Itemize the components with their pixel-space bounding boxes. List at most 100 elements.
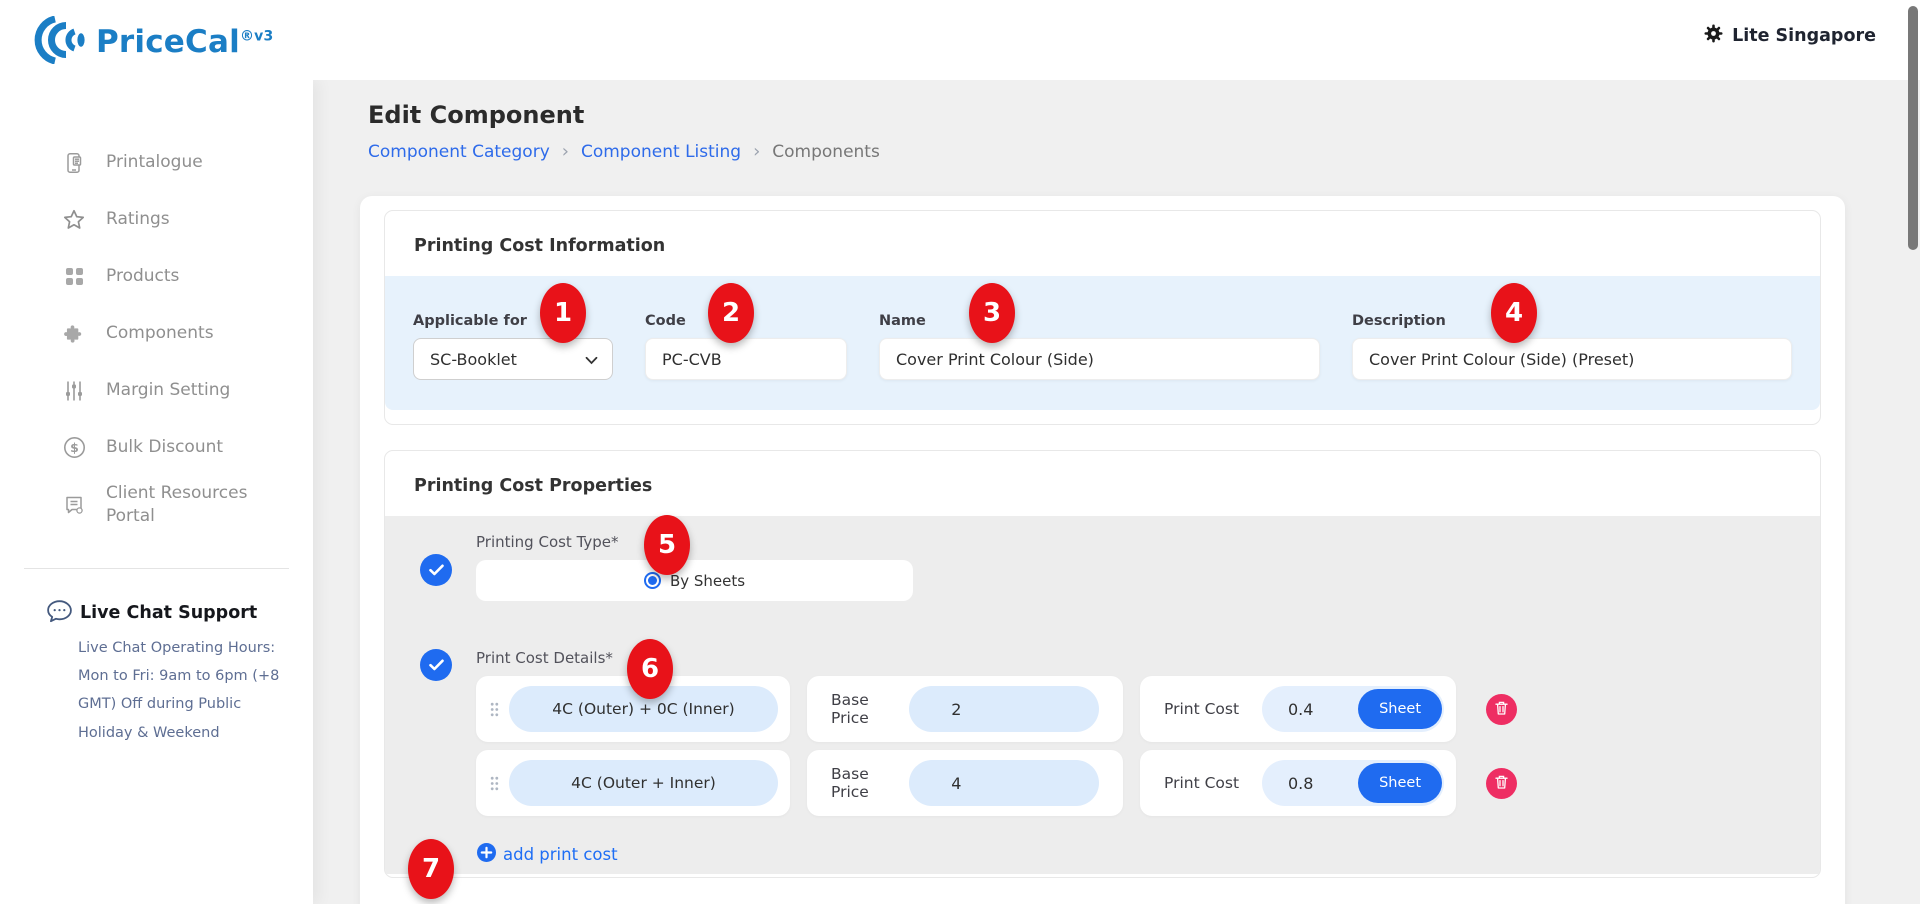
sidebar-item-bulk-discount[interactable]: $ Bulk Discount xyxy=(0,419,313,476)
check-circle-icon[interactable] xyxy=(420,554,452,586)
sidebar-item-label: Components xyxy=(106,322,214,345)
base-price-input[interactable]: 2 xyxy=(909,686,1099,732)
brand-version: ®v3 xyxy=(240,29,273,45)
account-menu[interactable]: Lite Singapore xyxy=(1704,24,1876,47)
name-field: Name xyxy=(879,313,1320,410)
vertical-scrollbar[interactable] xyxy=(1908,6,1918,250)
sidebar-item-client-resources-portal[interactable]: Client Resources Portal xyxy=(0,476,313,534)
applicable-for-value: SC-Booklet xyxy=(430,350,517,369)
trash-icon xyxy=(1495,775,1508,792)
chevron-down-icon xyxy=(585,350,598,369)
section-header: Printing Cost Information xyxy=(385,211,1820,276)
delete-row-button[interactable] xyxy=(1486,694,1517,725)
print-cost-value: 0.4 xyxy=(1288,700,1313,719)
sidebar-item-ratings[interactable]: Ratings xyxy=(0,191,313,248)
print-cost-detail-row: 4C (Outer + Inner) Base Price 4 Print Co… xyxy=(476,750,1517,816)
annotation-badge-2: 2 xyxy=(708,283,754,343)
annotation-badge-1: 1 xyxy=(540,283,586,343)
sidebar-item-label: Products xyxy=(106,265,179,288)
account-label: Lite Singapore xyxy=(1732,26,1876,46)
sidebar-item-components[interactable]: Components xyxy=(0,305,313,362)
by-sheets-radio[interactable] xyxy=(644,572,661,589)
info-fields-panel: Applicable for SC-Booklet Code N xyxy=(385,276,1820,410)
base-price-input[interactable]: 4 xyxy=(909,760,1099,806)
live-chat-title: Live Chat Support xyxy=(80,603,257,623)
delete-row-button[interactable] xyxy=(1486,768,1517,799)
sidebar-item-label: Margin Setting xyxy=(106,379,230,402)
printalogue-icon xyxy=(62,151,86,175)
base-price-card: Base Price 4 xyxy=(807,750,1123,816)
edit-component-card: Printing Cost Information Applicable for… xyxy=(360,196,1845,904)
sheet-unit-button[interactable]: Sheet xyxy=(1358,689,1442,729)
section-title: Printing Cost Information xyxy=(414,236,665,256)
sidebar-item-label: Ratings xyxy=(106,208,170,231)
sidebar-item-margin-setting[interactable]: Margin Setting xyxy=(0,362,313,419)
sliders-icon xyxy=(62,379,86,403)
print-cost-detail-list: 4C (Outer) + 0C (Inner) Base Price 2 Pri… xyxy=(476,676,1517,816)
top-header-bar: PriceCal®v3 Lite Singapore xyxy=(0,0,1920,80)
plus-circle-icon xyxy=(477,843,496,866)
add-print-cost-button[interactable]: add print cost xyxy=(420,843,1792,866)
live-chat-hours: Live Chat Operating Hours: Mon to Fri: 9… xyxy=(46,634,288,747)
detail-name-input[interactable]: 4C (Outer + Inner) xyxy=(509,760,778,806)
sidebar-item-label: Printalogue xyxy=(106,151,203,174)
live-chat-support[interactable]: Live Chat Support xyxy=(46,599,293,628)
description-label: Description xyxy=(1352,313,1792,329)
print-cost-label: Print Cost xyxy=(1164,700,1239,718)
description-field: Description xyxy=(1352,313,1792,410)
document-icon xyxy=(62,493,86,517)
sidebar-item-products[interactable]: Products xyxy=(0,248,313,305)
base-price-label: Base Price xyxy=(831,691,909,727)
print-cost-input[interactable]: 0.8 Sheet xyxy=(1262,760,1444,806)
drag-handle-icon[interactable] xyxy=(489,776,499,791)
page-title: Edit Component xyxy=(368,101,584,129)
drag-handle-icon[interactable] xyxy=(489,702,499,717)
trash-icon xyxy=(1495,701,1508,718)
sidebar-item-label: Client Resources Portal xyxy=(106,482,295,528)
check-circle-icon[interactable] xyxy=(420,649,452,681)
puzzle-icon xyxy=(62,322,86,346)
star-icon xyxy=(62,208,86,232)
print-cost-value: 0.8 xyxy=(1288,774,1313,793)
printing-cost-properties-section: Printing Cost Properties Printing Cost T… xyxy=(384,450,1821,878)
print-cost-details-row: Print Cost Details* 4C (Outer) + 0C (Inn… xyxy=(420,649,1792,816)
breadcrumb-separator-icon: › xyxy=(562,141,569,162)
detail-name-card: 4C (Outer + Inner) xyxy=(476,750,790,816)
printing-cost-type-row: Printing Cost Type* By Sheets xyxy=(420,533,1792,601)
sidebar-item-printalogue[interactable]: Printalogue xyxy=(0,134,313,191)
base-price-card: Base Price 2 xyxy=(807,676,1123,742)
printing-cost-information-section: Printing Cost Information Applicable for… xyxy=(384,210,1821,425)
print-cost-input[interactable]: 0.4 Sheet xyxy=(1262,686,1444,732)
breadcrumb-separator-icon: › xyxy=(753,141,760,162)
properties-panel: Printing Cost Type* By Sheets Pri xyxy=(385,516,1820,874)
chat-bubble-icon xyxy=(46,599,73,628)
annotation-badge-5: 5 xyxy=(644,515,690,575)
pricecal-logo[interactable]: PriceCal®v3 xyxy=(30,16,273,68)
breadcrumb-component-listing[interactable]: Component Listing xyxy=(581,142,741,162)
pricecal-logo-icon xyxy=(30,16,86,68)
sheet-unit-button[interactable]: Sheet xyxy=(1358,763,1442,803)
sidebar-item-label: Bulk Discount xyxy=(106,436,223,459)
dollar-circle-icon: $ xyxy=(62,436,86,460)
breadcrumb-component-category[interactable]: Component Category xyxy=(368,142,550,162)
annotation-badge-6: 6 xyxy=(627,639,673,699)
section-header: Printing Cost Properties xyxy=(385,451,1820,516)
section-title: Printing Cost Properties xyxy=(414,476,652,496)
annotation-badge-3: 3 xyxy=(969,283,1015,343)
breadcrumb-current: Components xyxy=(772,142,880,162)
name-label: Name xyxy=(879,313,1320,329)
breadcrumb: Component Category › Component Listing ›… xyxy=(368,141,880,162)
sidebar-menu: Printalogue Ratings Products xyxy=(0,134,313,534)
applicable-for-select[interactable]: SC-Booklet xyxy=(413,338,613,380)
annotation-badge-4: 4 xyxy=(1491,283,1537,343)
sidebar: Printalogue Ratings Products xyxy=(0,80,313,904)
main-content: Edit Component Component Category › Comp… xyxy=(313,80,1920,904)
printing-cost-type-label: Printing Cost Type* xyxy=(476,533,913,551)
name-input[interactable] xyxy=(879,338,1320,380)
code-input[interactable] xyxy=(645,338,847,380)
base-price-label: Base Price xyxy=(831,765,909,801)
app-window: PriceCal®v3 Lite Singapore xyxy=(0,0,1920,904)
print-cost-label: Print Cost xyxy=(1164,774,1239,792)
live-chat-block: Live Chat Support Live Chat Operating Ho… xyxy=(0,599,313,747)
description-input[interactable] xyxy=(1352,338,1792,380)
